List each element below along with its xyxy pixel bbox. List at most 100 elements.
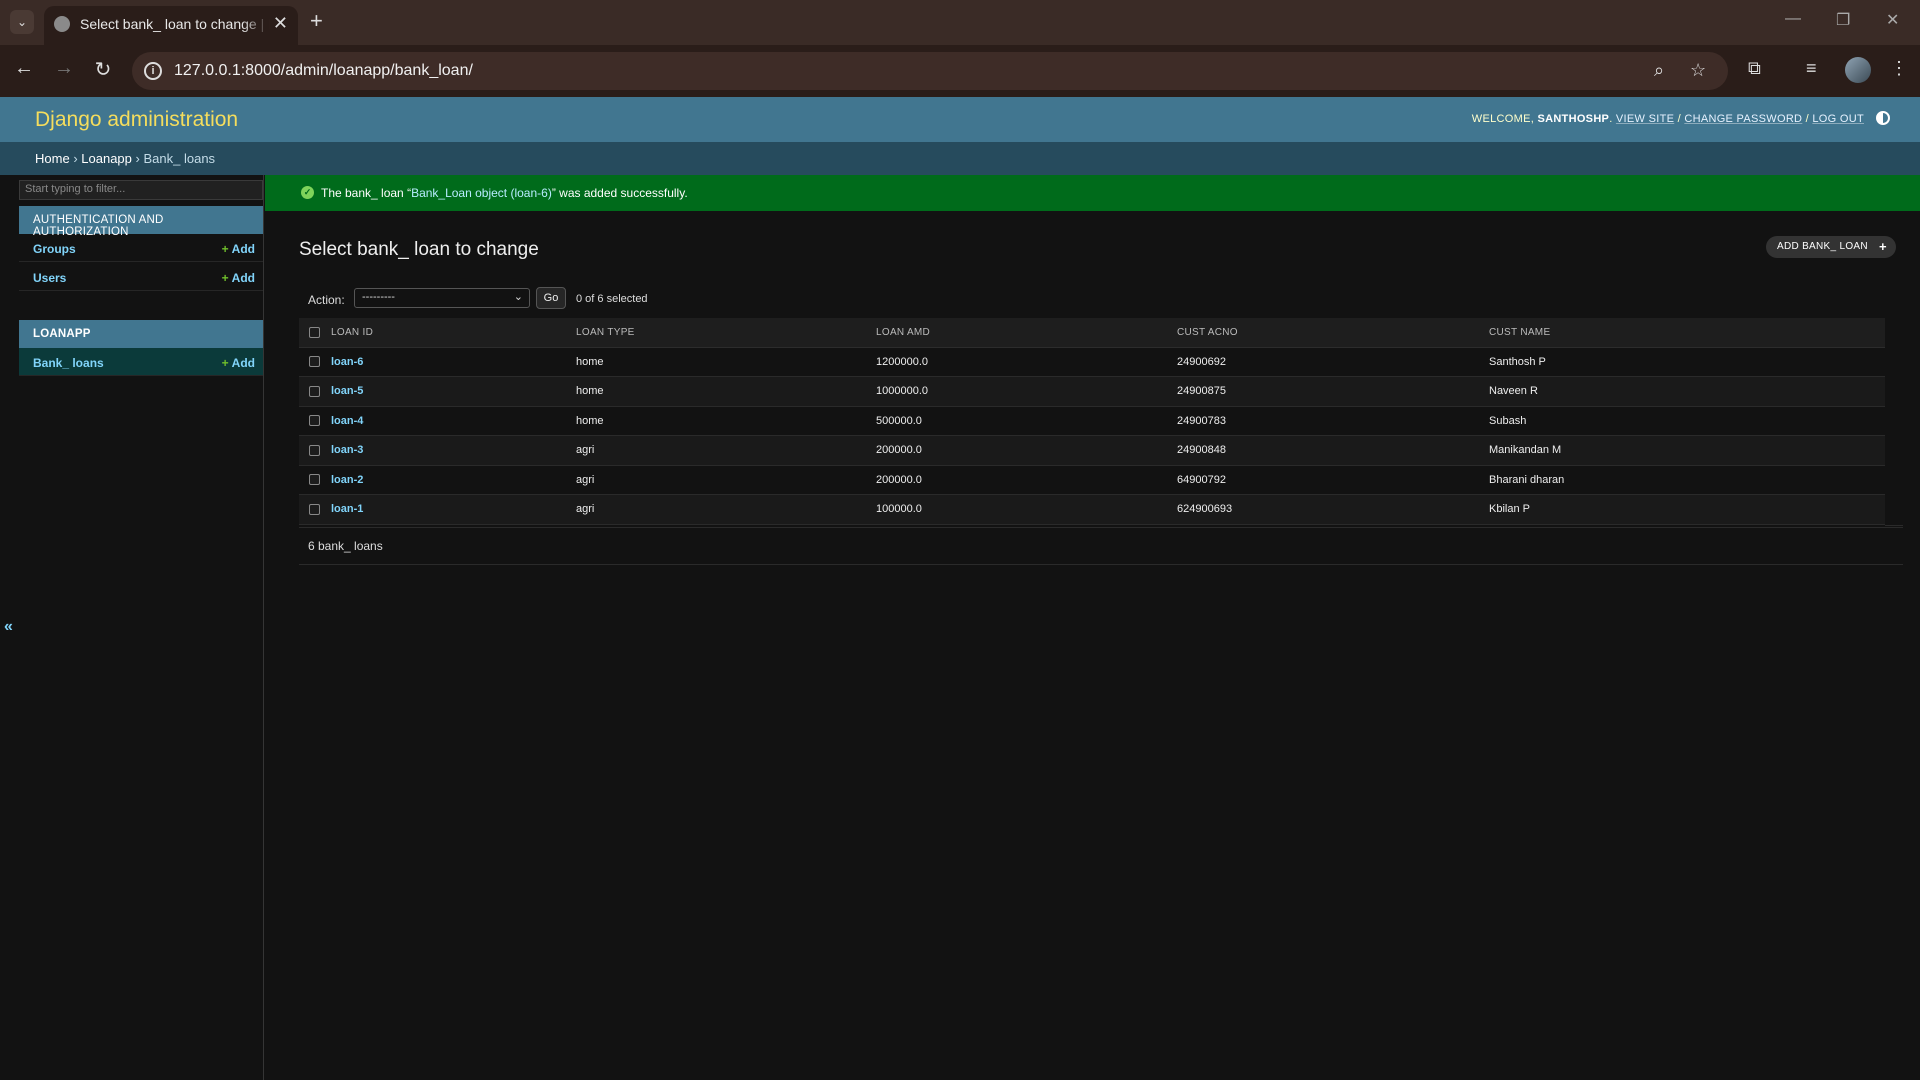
add-button-label: ADD BANK_ LOAN [1777,241,1868,252]
column-header-loan-amd[interactable]: LOAN AMD [871,318,1172,348]
cust-name-cell: Bharani dharan [1484,465,1885,495]
select-all-cell [299,318,326,348]
table-header-row: LOAN ID LOAN TYPE LOAN AMD CUST ACNO CUS… [299,318,1885,348]
log-out-link[interactable]: LOG OUT [1812,113,1864,125]
module-caption-auth[interactable]: AUTHENTICATION AND AUTHORIZATION [19,206,263,238]
column-header-cust-name[interactable]: CUST NAME [1484,318,1885,348]
loan-amount-cell: 100000.0 [871,494,1172,525]
sidebar-item-bank-loans: Bank_ loans + Add [19,348,263,376]
separator: / [1677,113,1681,125]
sidebar-filter-input[interactable]: Start typing to filter... [19,180,263,200]
row-select-cell [299,376,326,407]
loan-amount-cell: 500000.0 [871,406,1172,436]
message-object-link[interactable]: Bank_Loan object (loan-6) [411,186,552,200]
cust-acno-cell: 24900692 [1172,347,1484,377]
row-checkbox[interactable] [309,444,320,456]
row-select-cell [299,347,326,377]
plus-icon: + [221,242,229,256]
check-icon: ✓ [301,186,314,199]
groups-link[interactable]: Groups [33,242,76,256]
users-link[interactable]: Users [33,271,66,285]
back-icon[interactable]: ← [10,57,38,80]
minimize-button[interactable]: — [1785,10,1801,28]
column-header-loan-id[interactable]: LOAN ID [326,318,571,348]
column-header-loan-type[interactable]: LOAN TYPE [571,318,871,348]
add-bank-loan-button[interactable]: ADD BANK_ LOAN + [1766,236,1896,258]
globe-icon [54,16,70,32]
loan-id-link[interactable]: loan-4 [331,415,363,427]
go-button[interactable]: Go [536,287,566,309]
bank-loans-link[interactable]: Bank_ loans [33,356,104,370]
row-checkbox[interactable] [309,385,320,397]
change-password-link[interactable]: CHANGE PASSWORD [1684,113,1802,125]
browser-menu-icon[interactable]: ⋮ [1890,58,1908,79]
zoom-icon[interactable]: ⌕ [1654,60,1664,81]
bank-loans-add-link[interactable]: + Add [222,356,255,370]
loan-type-cell: agri [571,435,871,466]
reload-icon[interactable]: ↻ [89,57,117,82]
add-label: Add [231,356,255,370]
loan-id-cell: loan-1 [326,494,571,525]
select-all-checkbox[interactable] [309,326,320,338]
browser-tab-bar: ⌄ Select bank_ loan to change | Django s… [0,0,1920,45]
loan-type-cell: home [571,347,871,377]
breadcrumb-home[interactable]: Home [35,151,70,166]
message-suffix: ” was added successfully. [551,186,688,200]
tab-search-button[interactable]: ⌄ [10,10,34,34]
extensions-icon[interactable]: ⧉ [1748,58,1761,79]
action-select[interactable]: --------- ⌄ [354,288,530,308]
forward-icon[interactable]: → [50,57,78,80]
cust-acno-cell: 24900848 [1172,435,1484,466]
loan-type-cell: agri [571,465,871,495]
address-bar[interactable]: i 127.0.0.1:8000/admin/loanapp/bank_loan… [132,52,1728,90]
tab-close-icon[interactable]: ✕ [273,13,288,34]
row-checkbox[interactable] [309,356,320,368]
cust-name-cell: Kbilan P [1484,494,1885,525]
row-checkbox[interactable] [309,503,320,515]
loan-id-link[interactable]: loan-1 [331,503,363,515]
row-checkbox[interactable] [309,415,320,427]
loan-id-link[interactable]: loan-6 [331,356,363,368]
plus-icon: + [1879,239,1887,254]
table-row: loan-1 agri 100000.0 624900693 Kbilan P [299,494,1885,525]
tab-title: Select bank_ loan to change | Django sit… [80,16,270,32]
actions-bar: Action: --------- ⌄ Go 0 of 6 selected [299,286,1884,316]
site-branding[interactable]: Django administration [35,108,238,132]
new-tab-button[interactable]: + [310,8,323,34]
cust-name-cell: Manikandan M [1484,435,1885,466]
table-row: loan-3 agri 200000.0 24900848 Manikandan… [299,435,1885,466]
close-window-button[interactable]: ✕ [1886,10,1899,30]
theme-toggle-icon[interactable] [1876,111,1890,125]
loan-amount-cell: 200000.0 [871,465,1172,495]
loan-id-cell: loan-6 [326,347,571,377]
restore-button[interactable]: ❐ [1836,10,1850,30]
loan-id-link[interactable]: loan-2 [331,474,363,486]
users-add-link[interactable]: + Add [222,271,255,285]
loan-id-link[interactable]: loan-5 [331,385,363,397]
row-select-cell [299,435,326,466]
browser-tab[interactable]: Select bank_ loan to change | Django sit… [44,6,298,45]
site-info-icon[interactable]: i [144,62,162,80]
toggle-sidebar-button[interactable]: « [4,618,13,636]
loan-amount-cell: 1200000.0 [871,347,1172,377]
breadcrumb-app[interactable]: Loanapp [81,151,132,166]
table-divider [1885,525,1903,526]
bookmark-star-icon[interactable]: ☆ [1690,60,1706,81]
row-checkbox[interactable] [309,474,320,486]
sidebar-item-groups: Groups + Add [19,234,263,262]
groups-add-link[interactable]: + Add [222,242,255,256]
cust-acno-cell: 24900875 [1172,376,1484,407]
loan-type-cell: home [571,406,871,436]
media-control-icon[interactable]: ≡ [1806,58,1817,79]
cust-acno-cell: 624900693 [1172,494,1484,525]
user-tools: WELCOME, SANTHOSHP. VIEW SITE / CHANGE P… [1471,113,1864,125]
column-header-cust-acno[interactable]: CUST ACNO [1172,318,1484,348]
view-site-link[interactable]: VIEW SITE [1616,113,1674,125]
separator: / [1805,113,1810,125]
loan-id-cell: loan-3 [326,435,571,466]
message-prefix: The bank_ loan “ [321,186,412,200]
profile-avatar[interactable] [1845,57,1871,83]
url-text[interactable]: 127.0.0.1:8000/admin/loanapp/bank_loan/ [174,62,473,80]
loan-id-link[interactable]: loan-3 [331,444,363,456]
module-caption-loanapp[interactable]: LOANAPP [19,320,263,348]
